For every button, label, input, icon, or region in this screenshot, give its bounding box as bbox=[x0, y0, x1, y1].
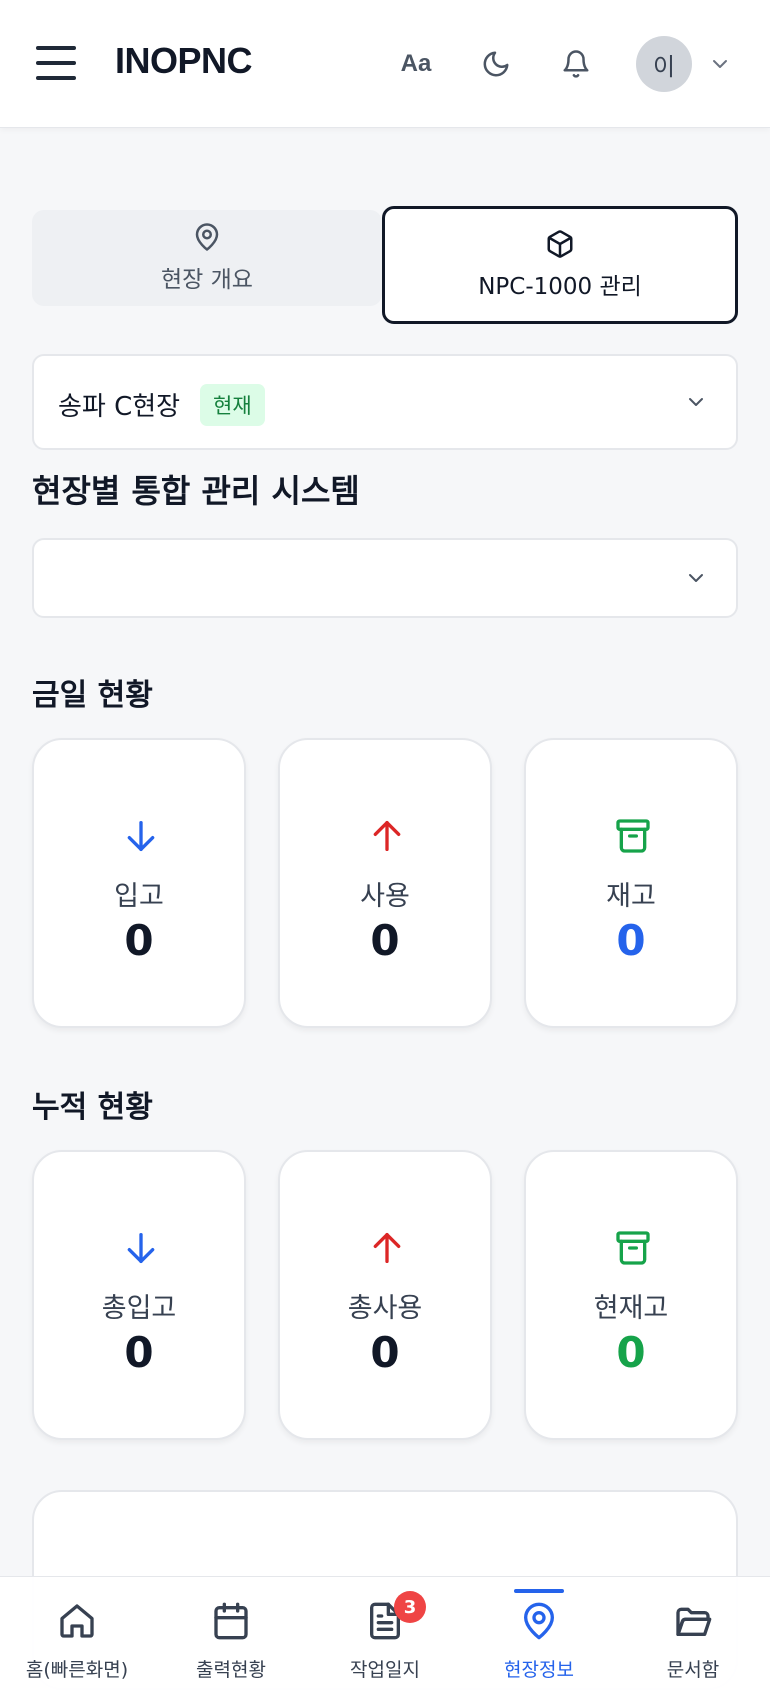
site-name: 송파 C현장 bbox=[58, 392, 181, 422]
stat-label: 총사용 bbox=[347, 1293, 423, 1324]
arrow-down-icon bbox=[127, 1233, 155, 1263]
calendar-icon bbox=[214, 1602, 248, 1640]
bottom-nav: 홈(빠른화면) 출력현황 작업일지 3 현장정보 문서함 bbox=[0, 1576, 770, 1690]
stat-card-current-stock: 현재고 0 bbox=[524, 1150, 738, 1440]
item-select[interactable] bbox=[32, 538, 738, 618]
stat-value: 0 bbox=[370, 916, 400, 965]
bell-icon bbox=[563, 50, 589, 78]
nav-item-documents[interactable]: 문서함 bbox=[616, 1577, 770, 1690]
section-title-today: 금일 현황 bbox=[32, 678, 153, 713]
notification-badge: 3 bbox=[394, 1591, 426, 1623]
nav-item-attendance[interactable]: 출력현황 bbox=[154, 1577, 308, 1690]
site-select[interactable]: 송파 C현장 현재 bbox=[32, 354, 738, 450]
nav-label: 문서함 bbox=[666, 1659, 720, 1681]
tab-site-overview[interactable]: 현장 개요 bbox=[32, 210, 382, 306]
page-title: 현장별 통합 관리 시스템 bbox=[32, 472, 360, 510]
app-logo[interactable]: INOPNC bbox=[115, 40, 253, 82]
stat-label: 사용 bbox=[360, 881, 410, 912]
stat-value: 0 bbox=[124, 1328, 154, 1377]
arrow-up-icon bbox=[373, 1233, 401, 1263]
chevron-down-icon[interactable] bbox=[708, 52, 732, 76]
menu-icon[interactable] bbox=[36, 46, 76, 80]
nav-item-home[interactable]: 홈(빠른화면) bbox=[0, 1577, 154, 1690]
stat-card-total-incoming: 총입고 0 bbox=[32, 1150, 246, 1440]
folder-icon bbox=[676, 1607, 712, 1636]
stat-card-total-usage: 총사용 0 bbox=[278, 1150, 492, 1440]
tab-npc-management[interactable]: NPC-1000 관리 bbox=[382, 206, 738, 324]
home-icon bbox=[60, 1604, 94, 1638]
archive-icon bbox=[616, 1231, 650, 1265]
stat-value: 0 bbox=[616, 1328, 646, 1377]
chevron-down-icon bbox=[689, 574, 703, 582]
stat-value: 0 bbox=[616, 916, 646, 965]
nav-item-site-info[interactable]: 현장정보 bbox=[462, 1577, 616, 1690]
stat-card-usage: 사용 0 bbox=[278, 738, 492, 1028]
stat-label: 재고 bbox=[606, 881, 656, 912]
stat-label: 현재고 bbox=[593, 1293, 669, 1324]
avatar[interactable]: 이 bbox=[636, 36, 692, 92]
stat-label: 총입고 bbox=[101, 1293, 177, 1324]
stat-value: 0 bbox=[124, 916, 154, 965]
app-header: INOPNC Aa 이 bbox=[0, 0, 770, 128]
archive-icon bbox=[616, 819, 650, 853]
box-icon bbox=[547, 230, 573, 258]
notifications-button[interactable] bbox=[556, 44, 596, 84]
stat-label: 입고 bbox=[114, 881, 164, 912]
nav-label: 현장정보 bbox=[504, 1659, 574, 1681]
nav-label: 작업일지 bbox=[350, 1659, 420, 1681]
chevron-down-icon bbox=[689, 398, 703, 406]
tab-label: NPC-1000 관리 bbox=[478, 274, 642, 300]
status-badge: 현재 bbox=[200, 384, 265, 426]
map-pin-icon bbox=[195, 223, 219, 251]
section-title-cumulative: 누적 현황 bbox=[32, 1090, 153, 1125]
nav-item-work-log[interactable]: 작업일지 bbox=[308, 1577, 462, 1690]
stat-card-stock: 재고 0 bbox=[524, 738, 738, 1028]
arrow-down-icon bbox=[127, 821, 155, 851]
stat-value: 0 bbox=[370, 1328, 400, 1377]
stat-card-incoming: 입고 0 bbox=[32, 738, 246, 1028]
tab-label: 현장 개요 bbox=[161, 267, 253, 293]
map-pin-icon bbox=[524, 1602, 554, 1640]
view-tabs: 현장 개요 NPC-1000 관리 bbox=[32, 206, 738, 324]
arrow-up-icon bbox=[373, 821, 401, 851]
nav-label: 출력현황 bbox=[196, 1659, 266, 1681]
dark-mode-toggle[interactable] bbox=[476, 44, 516, 84]
font-size-toggle[interactable]: Aa bbox=[396, 44, 436, 84]
nav-label: 홈(빠른화면) bbox=[25, 1659, 129, 1681]
moon-icon bbox=[483, 51, 509, 77]
